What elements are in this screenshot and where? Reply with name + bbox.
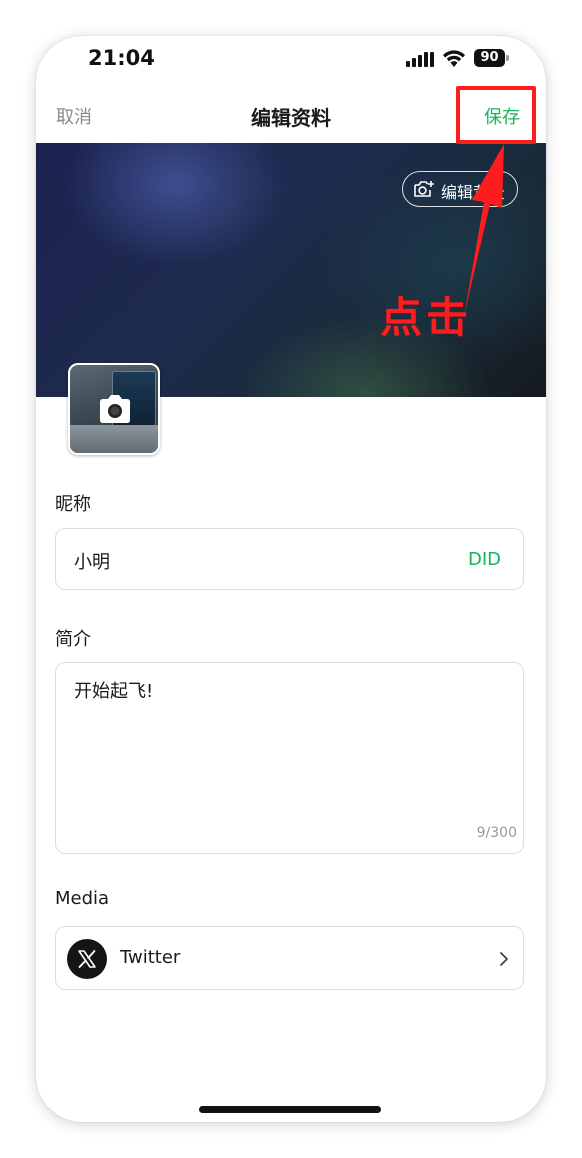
save-button[interactable]: 保存 [484,103,520,129]
x-logo-icon [67,939,107,979]
media-item-name: Twitter [120,947,181,968]
cancel-button[interactable]: 取消 [56,103,92,129]
edit-background-button[interactable]: 编辑背景 [402,171,518,207]
bio-field[interactable]: 开始起飞! 9/300 [55,662,524,854]
signal-icon [406,52,434,67]
camera-plus-icon [414,181,434,197]
battery-level: 90 [474,49,505,67]
avatar[interactable] [68,363,160,455]
status-bar: 21:04 90 [36,36,546,84]
nav-bar: 取消 编辑资料 保存 [36,88,546,144]
nickname-field[interactable]: 小明 DID [55,528,524,590]
wifi-icon [443,50,465,67]
media-item-twitter[interactable]: Twitter [55,926,524,990]
bio-char-counter: 9/300 [476,825,517,841]
edit-background-label: 编辑背景 [441,183,506,202]
battery-tip [506,55,509,61]
page-title: 编辑资料 [251,106,331,130]
x-glyph-icon [78,950,96,968]
bio-textarea[interactable]: 开始起飞! [74,677,153,703]
media-label: Media [55,888,110,909]
nickname-label: 昵称 [55,494,91,515]
home-indicator[interactable] [199,1106,381,1113]
nickname-input[interactable]: 小明 [74,548,110,574]
chevron-right-icon [500,952,508,966]
battery-icon: 90 [474,49,510,67]
status-time: 21:04 [88,46,155,70]
bio-label: 简介 [55,629,91,650]
avatar-photo-desk [70,425,158,453]
camera-icon [100,395,130,423]
profile-banner[interactable]: 编辑背景 [36,143,546,397]
phone-frame: 21:04 90 取消 编辑资料 保存 编辑背景 点击 昵称 小明 DID 简介… [36,36,546,1122]
did-button[interactable]: DID [468,549,501,570]
